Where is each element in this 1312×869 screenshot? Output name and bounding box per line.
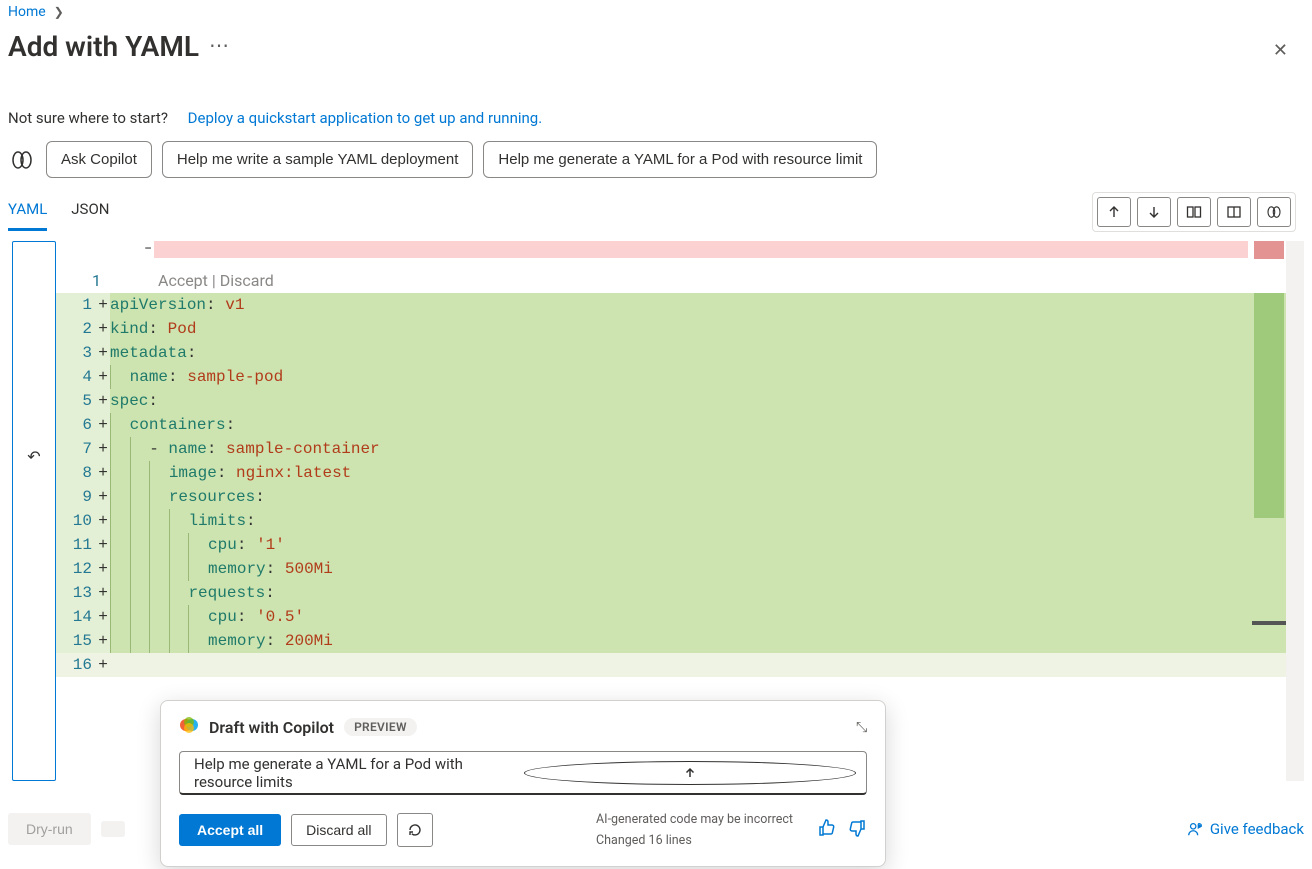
inline-suggest-actions: Accept | Discard [158,271,274,290]
quickstart-link[interactable]: Deploy a quickstart application to get u… [188,109,543,127]
copilot-prompt-input[interactable]: Help me generate a YAML for a Pod with r… [179,751,867,795]
breadcrumb-home[interactable]: Home [8,4,46,20]
collapse-icon[interactable]: ⤢ [853,721,869,732]
diff-view-icon[interactable] [1217,197,1251,227]
suggestion-pill[interactable]: Help me write a sample YAML deployment [162,141,474,178]
copilot-status-text: AI-generated code may be incorrect Chang… [596,809,793,852]
dry-run-button[interactable]: Dry-run [8,813,91,845]
page-title: Add with YAML⋯ [8,30,229,63]
scrollbar[interactable] [1286,241,1304,781]
chevron-right-icon: ❯ [50,5,64,19]
feedback-icon [1186,820,1204,838]
send-icon[interactable] [524,761,856,785]
help-line: Not sure where to start? Deploy a quicks… [8,109,1304,127]
accept-all-button[interactable]: Accept all [179,814,281,846]
copilot-panel-title: Draft with Copilot [209,718,334,737]
code-line[interactable]: 2+kind: Pod [56,317,1304,341]
breadcrumb: Home ❯ [8,0,1304,24]
minimap-removed [1254,241,1284,259]
tabs-row: YAML JSON [8,186,1304,231]
code-line[interactable]: 10+ limits: [56,509,1304,533]
upload-icon[interactable] [1097,197,1131,227]
thumbs-up-icon[interactable] [817,818,837,842]
code-line[interactable]: 16+ [56,653,1304,677]
code-line[interactable]: 12+ memory: 500Mi [56,557,1304,581]
code-line[interactable]: 11+ cpu: '1' [56,533,1304,557]
undo-icon[interactable]: ↶ [27,447,40,466]
code-line[interactable]: 3+metadata: [56,341,1304,365]
code-line[interactable]: 9+ resources: [56,485,1304,509]
code-line[interactable]: 13+ requests: [56,581,1304,605]
code-line[interactable]: 4+ name: sample-pod [56,365,1304,389]
discard-all-button[interactable]: Discard all [291,814,386,846]
split-view-icon[interactable] [1177,197,1211,227]
ask-copilot-button[interactable]: Ask Copilot [46,141,152,178]
code-line[interactable]: 1+apiVersion: v1 [56,293,1304,317]
more-icon[interactable]: ⋯ [199,33,229,57]
inline-discard[interactable]: Discard [220,271,274,290]
code-line[interactable]: 14+ cpu: '0.5' [56,605,1304,629]
outline-gutter: ↶ [12,241,56,781]
copilot-icon [8,146,36,174]
second-button[interactable] [101,821,125,837]
copilot-toolbar-icon[interactable] [1257,197,1291,227]
copilot-draft-panel: Draft with Copilot PREVIEW ⤢ Help me gen… [160,700,886,867]
code-line[interactable]: 6+ containers: [56,413,1304,437]
line-number: 1 [92,271,101,290]
regenerate-icon[interactable] [397,813,433,847]
code-line[interactable]: 8+ image: nginx:latest [56,461,1304,485]
inline-accept[interactable]: Accept [158,271,208,290]
code-line[interactable]: 5+spec: [56,389,1304,413]
editor-toolbar [1092,192,1296,232]
code-line[interactable]: 15+ memory: 200Mi [56,629,1304,653]
close-icon[interactable]: ✕ [1269,38,1292,64]
diff-minus-icon: − [144,241,152,257]
removed-line-band [154,241,1248,258]
code-line[interactable]: 7+ - name: sample-container [56,437,1304,461]
copilot-logo-icon [179,715,199,739]
code-lines[interactable]: 1+apiVersion: v12+kind: Pod3+metadata:4+… [56,293,1304,677]
suggestion-row: Ask Copilot Help me write a sample YAML … [8,141,968,178]
thumbs-down-icon[interactable] [847,818,867,842]
preview-badge: PREVIEW [344,718,417,736]
tab-json[interactable]: JSON [71,200,109,231]
minimap-added [1254,293,1284,518]
tab-yaml[interactable]: YAML [8,200,47,231]
suggestion-pill[interactable]: Help me generate a YAML for a Pod with r… [483,141,877,178]
give-feedback-link[interactable]: Give feedback [1186,820,1304,838]
download-icon[interactable] [1137,197,1171,227]
